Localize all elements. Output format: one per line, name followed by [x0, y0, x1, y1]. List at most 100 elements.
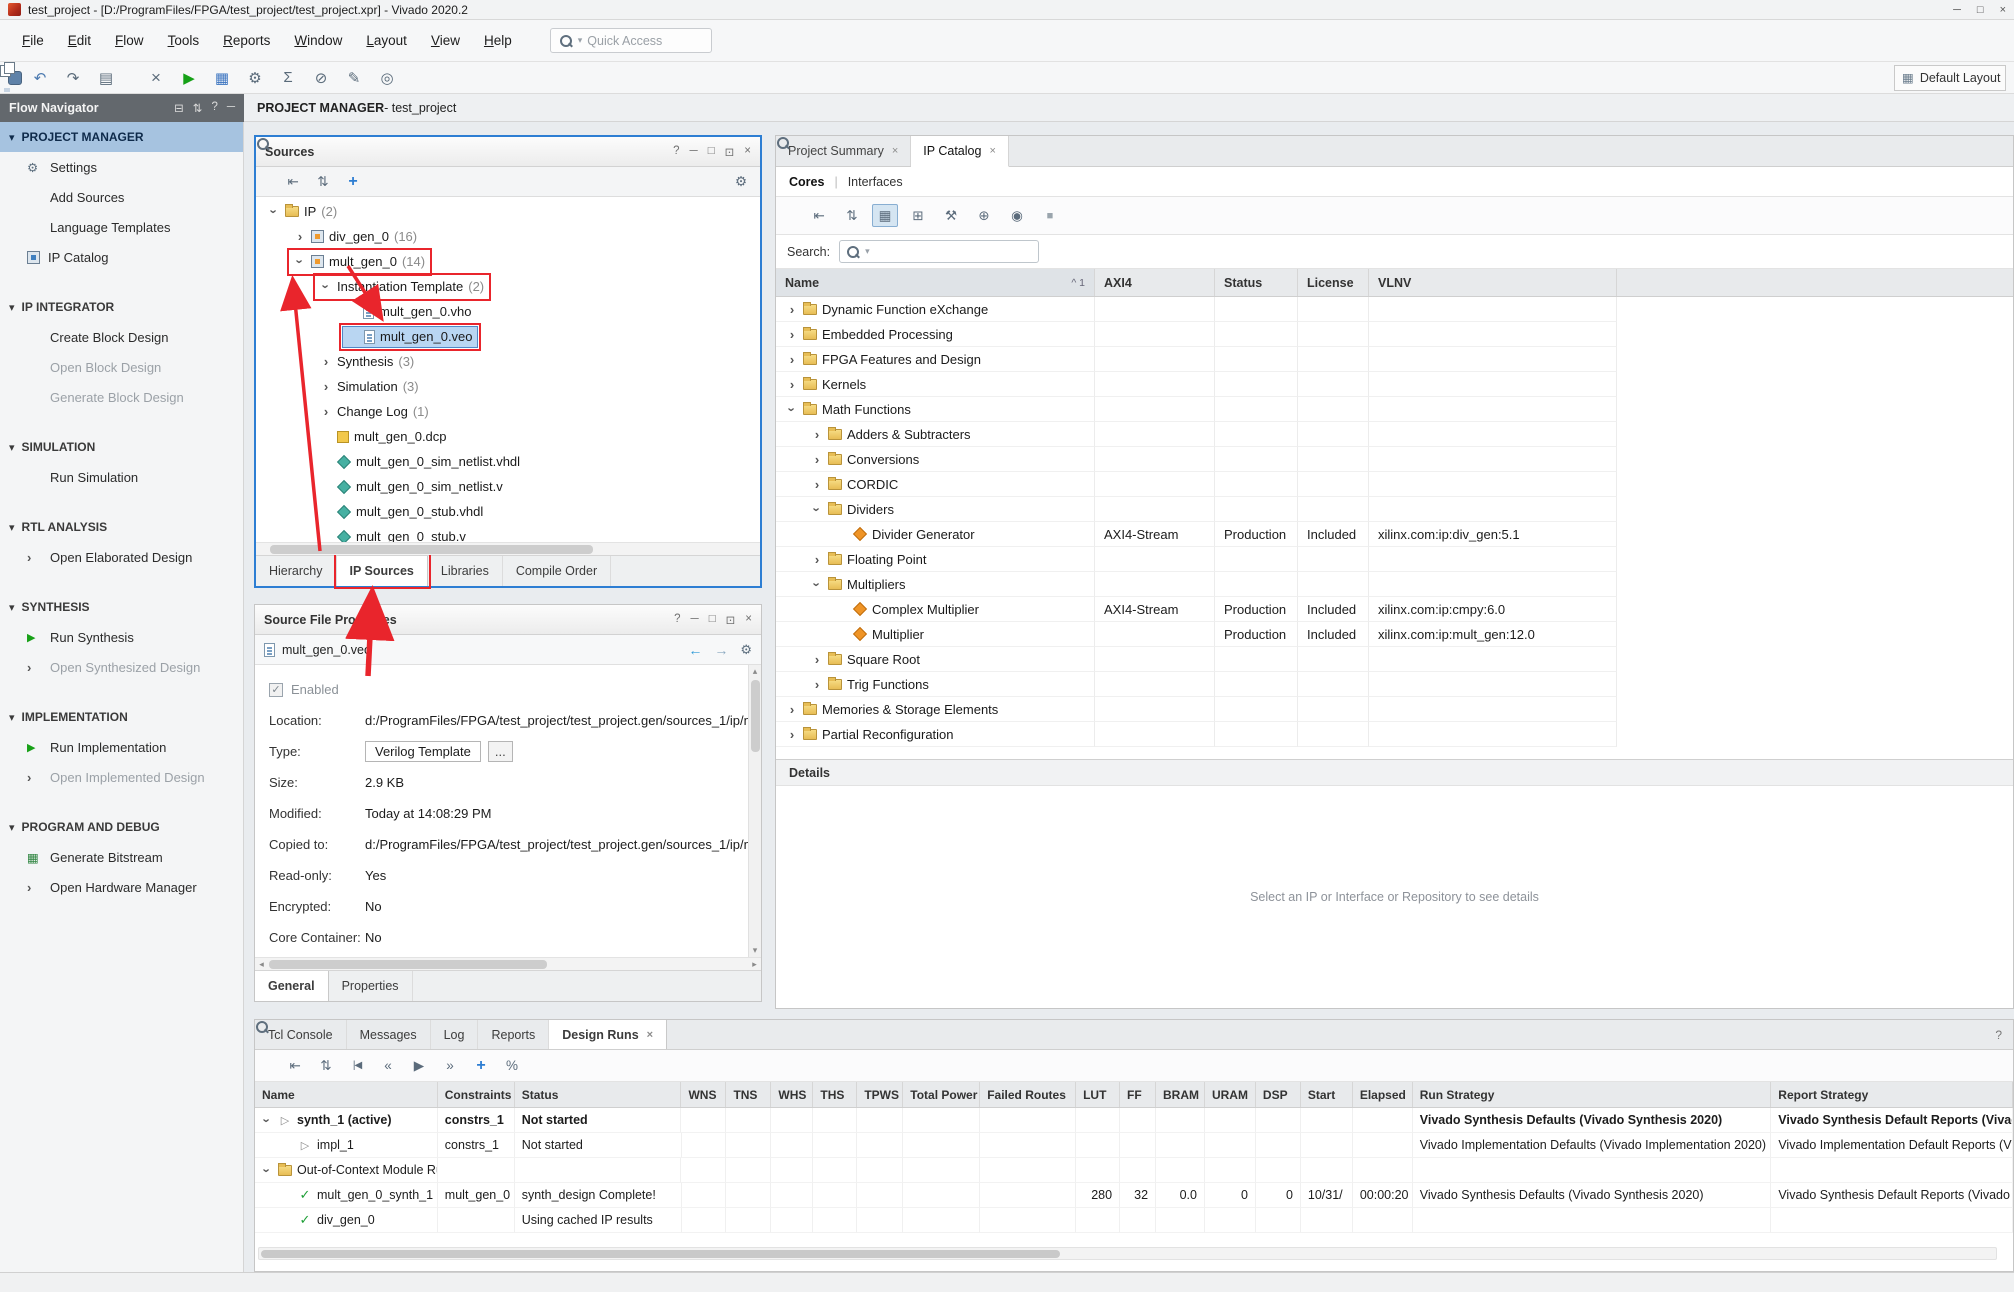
window-close-icon[interactable]: × — [2000, 4, 2006, 16]
percent-icon[interactable]: % — [499, 1054, 525, 1077]
search-icon[interactable] — [785, 209, 799, 223]
tree-row[interactable]: ›Instantiation Template(2) — [256, 274, 760, 299]
search-icon[interactable] — [263, 1059, 277, 1073]
chevron-icon[interactable]: › — [785, 403, 800, 415]
flownav-section-rtl-analysis[interactable]: ▾RTL ANALYSIS — [0, 512, 243, 542]
search-icon[interactable] — [262, 175, 276, 189]
scrollbar-thumb[interactable] — [751, 680, 760, 752]
collapse-all-icon[interactable]: ⇤ — [280, 170, 306, 193]
chevron-icon[interactable]: › — [786, 302, 798, 317]
ip-row-kernels[interactable]: ›Kernels — [776, 372, 1618, 397]
flownav-section-synthesis[interactable]: ▾SYNTHESIS — [0, 592, 243, 622]
redo-icon[interactable]: ↷ — [58, 65, 88, 91]
tree-row[interactable]: mult_gen_0_stub.vhdl — [256, 499, 760, 524]
maximize-icon[interactable]: □ — [709, 613, 716, 627]
column-header-tns[interactable]: TNS — [726, 1082, 771, 1107]
column-header-vlnv[interactable]: VLNV — [1369, 269, 1617, 296]
properties-tab-properties[interactable]: Properties — [329, 971, 413, 1001]
sources-tab-libraries[interactable]: Libraries — [428, 556, 503, 586]
tree-row[interactable]: mult_gen_0_stub.v — [256, 524, 760, 542]
ip-row-fpga-features-and-design[interactable]: ›FPGA Features and Design — [776, 347, 1618, 372]
menu-layout[interactable]: Layout — [354, 27, 419, 54]
flownav-item-run-synthesis[interactable]: ▶Run Synthesis — [0, 622, 243, 652]
menu-reports[interactable]: Reports — [211, 27, 282, 54]
design-run-row-out-of-context-module-runs[interactable]: ›Out-of-Context Module Runs — [255, 1158, 2013, 1183]
collapse-all-icon[interactable]: ⇤ — [806, 204, 832, 227]
document-tab-ip-catalog[interactable]: IP Catalog× — [911, 136, 1009, 167]
flownav-item-settings[interactable]: ⚙Settings — [0, 152, 243, 182]
design-run-row-div-gen-0[interactable]: ✓div_gen_0Using cached IP results — [255, 1208, 2013, 1233]
float-icon[interactable]: ⊡ — [726, 613, 736, 627]
flownav-item-add-sources[interactable]: Add Sources — [0, 182, 243, 212]
ip-row-dividers[interactable]: ›Dividers — [776, 497, 1618, 522]
chevron-icon[interactable]: › — [810, 578, 825, 590]
column-header-license[interactable]: License — [1298, 269, 1369, 296]
column-header-bram[interactable]: BRAM — [1156, 1082, 1205, 1107]
delete-icon[interactable]: × — [141, 65, 171, 91]
column-header-name[interactable]: Name — [255, 1082, 438, 1107]
bottom-tab-log[interactable]: Log — [431, 1020, 479, 1049]
flownav-item-run-simulation[interactable]: Run Simulation — [0, 462, 243, 492]
flownav-section-project-manager[interactable]: ▾PROJECT MANAGER — [0, 122, 243, 152]
menu-file[interactable]: File — [10, 27, 56, 54]
column-header-constraints[interactable]: Constraints — [438, 1082, 515, 1107]
scroll-right-icon[interactable]: ▸ — [748, 959, 761, 970]
flownav-item-open-elaborated-design[interactable]: ›Open Elaborated Design — [0, 542, 243, 572]
ip-row-cordic[interactable]: ›CORDIC — [776, 472, 1618, 497]
gear-icon[interactable]: ⚙ — [240, 65, 270, 91]
chevron-icon[interactable]: › — [320, 404, 332, 419]
ip-row-memories-storage-elements[interactable]: ›Memories & Storage Elements — [776, 697, 1618, 722]
chevron-icon[interactable]: › — [260, 1164, 275, 1176]
steps-icon[interactable]: ▦ — [207, 65, 237, 91]
flownav-item-ip-catalog[interactable]: IP Catalog — [0, 242, 243, 272]
tree-row[interactable]: mult_gen_0.dcp — [256, 424, 760, 449]
column-header-whs[interactable]: WHS — [771, 1082, 813, 1107]
column-header-ff[interactable]: FF — [1120, 1082, 1156, 1107]
bottom-tab-messages[interactable]: Messages — [347, 1020, 431, 1049]
window-minimize-icon[interactable]: ─ — [1953, 4, 1961, 16]
tree-row[interactable]: mult_gen_0_sim_netlist.v — [256, 474, 760, 499]
ip-search-input[interactable]: ▾ — [839, 240, 1039, 263]
chevron-icon[interactable]: › — [320, 354, 332, 369]
dock-icon[interactable]: ⊟ — [174, 101, 184, 115]
minimize-icon[interactable]: ─ — [227, 101, 235, 115]
ip-row-conversions[interactable]: ›Conversions — [776, 447, 1618, 472]
sources-tab-hierarchy[interactable]: Hierarchy — [256, 556, 337, 586]
subtab-cores[interactable]: Cores — [789, 175, 824, 189]
chevron-icon[interactable]: › — [267, 206, 282, 218]
ip-row-multipliers[interactable]: ›Multipliers — [776, 572, 1618, 597]
design-run-row-impl-1[interactable]: ▷impl_1constrs_1Not startedVivado Implem… — [255, 1133, 2013, 1158]
float-icon[interactable]: ⊡ — [725, 145, 735, 159]
probe-icon[interactable]: ◎ — [372, 65, 402, 91]
tree-row[interactable]: ›IP(2) — [256, 199, 760, 224]
horizontal-scrollbar[interactable]: ◂ ▸ — [255, 957, 761, 970]
expand-all-icon[interactable]: ⇅ — [839, 204, 865, 227]
column-header-total-power[interactable]: Total Power — [903, 1082, 980, 1107]
close-icon[interactable]: × — [744, 145, 751, 159]
copy-icon[interactable] — [124, 71, 138, 85]
expand-all-icon[interactable]: ⇅ — [313, 1054, 339, 1077]
close-icon[interactable]: × — [745, 613, 752, 627]
chevron-icon[interactable]: › — [811, 427, 823, 442]
menu-help[interactable]: Help — [472, 27, 524, 54]
column-header-failed-routes[interactable]: Failed Routes — [980, 1082, 1076, 1107]
horizontal-scrollbar[interactable] — [256, 542, 760, 555]
scroll-down-icon[interactable]: ▾ — [753, 944, 758, 957]
flownav-item-open-hardware-manager[interactable]: ›Open Hardware Manager — [0, 872, 243, 902]
menu-edit[interactable]: Edit — [56, 27, 103, 54]
tree-row[interactable]: mult_gen_0_sim_netlist.vhdl — [256, 449, 760, 474]
forward-icon[interactable]: → — [714, 642, 728, 658]
flownav-section-implementation[interactable]: ▾IMPLEMENTATION — [0, 702, 243, 732]
play-icon[interactable]: ▶ — [406, 1054, 432, 1077]
scrollbar-thumb[interactable] — [269, 960, 547, 969]
horizontal-scrollbar[interactable] — [258, 1247, 1997, 1260]
property-value[interactable]: Verilog Template — [365, 741, 481, 762]
close-icon[interactable]: × — [647, 1029, 653, 1041]
column-header-start[interactable]: Start — [1301, 1082, 1353, 1107]
maximize-icon[interactable]: □ — [708, 145, 715, 159]
close-icon[interactable]: × — [989, 145, 995, 157]
flownav-section-simulation[interactable]: ▾SIMULATION — [0, 432, 243, 462]
next-icon[interactable]: » — [437, 1054, 463, 1077]
chevron-icon[interactable]: › — [294, 229, 306, 244]
ip-row-dynamic-function-exchange[interactable]: ›Dynamic Function eXchange — [776, 297, 1618, 322]
